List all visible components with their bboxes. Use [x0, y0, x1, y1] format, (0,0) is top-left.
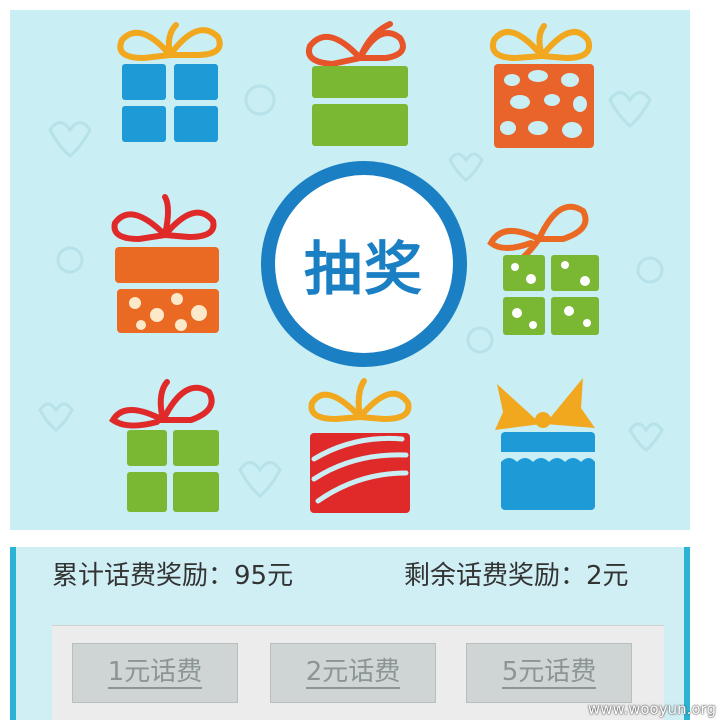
gift-box-4[interactable] [105, 185, 235, 335]
total-reward-text: 累计话费奖励：95元 [52, 561, 294, 591]
gift-box-8[interactable] [483, 362, 613, 512]
gift-green-icon [306, 21, 408, 146]
watermark: www.wooyun.org [587, 700, 716, 718]
gift-green-red-ribbon-icon [108, 379, 219, 512]
gift-blue-wave-icon [495, 378, 595, 510]
gift-green-white-dots-icon [487, 203, 599, 335]
draw-button[interactable]: 抽奖 [261, 161, 467, 367]
gift-box-3[interactable] [480, 10, 610, 160]
option-1-label: 1元话费 [107, 657, 203, 689]
draw-button-label: 抽奖 [303, 235, 424, 303]
option-1-yuan-button[interactable]: 1元话费 [72, 643, 238, 703]
option-2-yuan-button[interactable]: 2元话费 [270, 643, 436, 703]
panel-edge-left [10, 547, 16, 720]
panel-edge-right [684, 547, 690, 720]
option-5-yuan-button[interactable]: 5元话费 [466, 643, 632, 703]
gift-red-stripes-icon [308, 378, 412, 513]
lottery-panel: 抽奖 [10, 10, 690, 530]
gift-box-7[interactable] [300, 367, 430, 517]
app-frame: 抽奖 累计话费奖励：95元 剩余话费奖励：2元 1元话费 2元话费 5元话费 w… [0, 0, 720, 720]
gift-orange-white-dots-icon [111, 194, 219, 333]
remaining-reward-text: 剩余话费奖励：2元 [404, 561, 629, 591]
gift-blue-icon [117, 22, 223, 142]
gift-box-6[interactable] [105, 370, 235, 520]
gift-orange-dots-icon [490, 23, 594, 148]
option-5-label: 5元话费 [501, 657, 597, 689]
gift-box-5[interactable] [487, 195, 617, 345]
reward-panel: 累计话费奖励：95元 剩余话费奖励：2元 1元话费 2元话费 5元话费 [10, 547, 690, 720]
option-2-label: 2元话费 [305, 657, 401, 689]
gift-box-2[interactable] [298, 10, 428, 160]
gift-box-1[interactable] [105, 10, 235, 160]
reward-options: 1元话费 2元话费 5元话费 [52, 625, 664, 720]
